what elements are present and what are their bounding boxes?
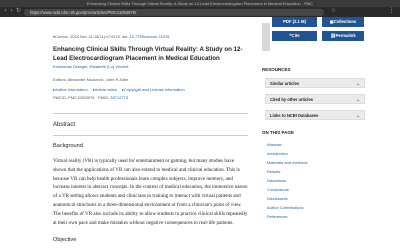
pmid-link[interactable]: 39712773 xyxy=(110,95,128,100)
toc-abstract[interactable]: Abstract xyxy=(267,142,282,147)
article-main: ▾ Cureus. 2024 Nov 21;16(11):e74378. doi… xyxy=(53,17,248,250)
resources-heading: RESOURCES xyxy=(262,67,291,72)
background-paragraph: Virtual reality (VR) is typically used f… xyxy=(53,158,248,226)
editors-line: Editors: Alexander Muacevic, John R Adle… xyxy=(53,77,129,82)
toc-references[interactable]: References xyxy=(267,214,287,219)
resource-ncbi-links[interactable]: Links to NCBI Databases ⌄ xyxy=(265,110,365,120)
divider xyxy=(53,135,248,136)
resource-cited-by[interactable]: Cited by other articles ⌄ xyxy=(265,94,365,104)
window-title: Enhancing Clinical Skills Through Virtua… xyxy=(86,1,314,6)
toc-disclosures[interactable]: Disclosures xyxy=(267,196,288,201)
collections-button[interactable]: ▣ Collections xyxy=(322,17,364,27)
toc-discussion[interactable]: Discussion xyxy=(267,178,286,183)
chevron-down-icon: ⌄ xyxy=(356,113,360,118)
url-text: https://www.ncbi.nlm.nih.gov/pmc/article… xyxy=(30,9,137,15)
resource-label: Similar articles xyxy=(270,81,300,86)
copyright-link[interactable]: Copyright and License information xyxy=(124,87,185,92)
pdf-button[interactable]: PDF (2.1 M) xyxy=(272,17,317,27)
ids-text: PMCID: PMC11053976 · PMID: xyxy=(53,95,110,100)
toc-materials-methods[interactable]: Materials and methods xyxy=(267,160,307,165)
article-page: ▾ Cureus. 2024 Nov 21;16(11):e74378. doi… xyxy=(0,17,400,250)
cite-button[interactable]: ❝ Cite xyxy=(272,31,317,41)
chevron-down-icon: ⌄ xyxy=(356,97,360,102)
toc-results[interactable]: Results xyxy=(267,169,280,174)
collections-label: Collections xyxy=(333,19,357,24)
author-link[interactable]: Kunnichan Draeger xyxy=(53,64,87,69)
divider xyxy=(53,113,248,114)
window-titlebar: Enhancing Clinical Skills Through Virtua… xyxy=(0,0,400,7)
address-bar[interactable]: https://www.ncbi.nlm.nih.gov/pmc/article… xyxy=(24,8,324,16)
background-heading: Background xyxy=(53,143,83,149)
doi-link[interactable]: 10.7759/cureus.74378 xyxy=(130,34,170,39)
toc-conclusions[interactable]: Conclusions xyxy=(267,187,289,192)
author-information-link[interactable]: Author information xyxy=(55,87,88,92)
author-link[interactable]: Elizabeth (Lu) Vincent xyxy=(89,64,128,69)
on-this-page-heading: ON THIS PAGE xyxy=(262,130,294,135)
toc-introduction[interactable]: Introduction xyxy=(267,151,288,156)
publication-date: 2024 Nov 21;16(11):e74378. xyxy=(70,34,121,39)
citation-line: ▾ Cureus. 2024 Nov 21;16(11):e74378. doi… xyxy=(53,34,169,39)
article-notes-link[interactable]: Article notes xyxy=(95,87,117,92)
abstract-heading: Abstract xyxy=(53,122,76,128)
permalink-button[interactable]: ⛓ Permalink xyxy=(322,31,364,41)
journal-name[interactable]: Cureus. xyxy=(55,34,69,39)
identifiers: PMCID: PMC11053976 · PMID: 39712773 xyxy=(53,95,128,100)
cite-label: Cite xyxy=(291,33,300,38)
resource-label: Cited by other articles xyxy=(270,97,313,102)
article-sidebar: PDF (2.1 M) ▣ Collections ❝ Cite ⛓ Perma… xyxy=(262,17,372,250)
resource-label: Links to NCBI Databases xyxy=(270,113,319,118)
chevron-down-icon: ⌄ xyxy=(356,81,360,86)
article-title: Enhancing Clinical Skills Through Virtua… xyxy=(53,46,243,62)
doi-label: doi: xyxy=(121,34,129,39)
menu-icon[interactable]: ⋮ xyxy=(388,8,395,15)
pdf-thumbnail[interactable] xyxy=(262,23,270,51)
toc-author-contributions[interactable]: Author Contributions xyxy=(267,205,303,210)
reload-icon[interactable]: ↻ xyxy=(15,8,22,15)
author-list: Kunnichan Draeger, Elizabeth (Lu) Vincen… xyxy=(53,64,129,69)
forward-icon[interactable]: › xyxy=(8,8,15,15)
bookmark-icon[interactable]: ☆ xyxy=(330,8,337,15)
info-links: ▸ Author information ▸ Article notes ▸ C… xyxy=(53,87,185,92)
browser-toolbar: ‹ › ↻ https://www.ncbi.nlm.nih.gov/pmc/a… xyxy=(0,7,400,17)
objective-heading: Objective xyxy=(53,237,77,243)
permalink-label: Permalink xyxy=(335,33,356,38)
resource-similar-articles[interactable]: Similar articles ⌄ xyxy=(265,78,365,88)
